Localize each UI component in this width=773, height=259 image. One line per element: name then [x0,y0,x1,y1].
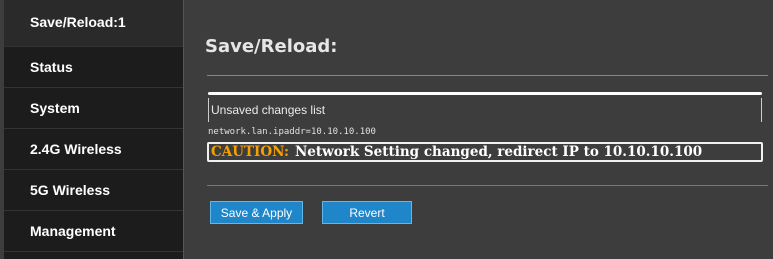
sidebar-item-system[interactable]: System [4,88,183,129]
unsaved-changes-header: Unsaved changes list [208,98,762,122]
sidebar-item-label: 2.4G Wireless [30,141,122,157]
changed-setting-line: network.lan.ipaddr=10.10.10.100 [208,127,376,137]
router-admin-window: Save/Reload:1 Status System 2.4G Wireles… [0,0,773,259]
sidebar-item-label: System [30,100,80,116]
revert-button[interactable]: Revert [322,201,412,224]
caution-message: Network Setting changed, redirect IP to … [294,144,703,160]
caution-label: CAUTION: [211,144,289,160]
sidebar-item-label: Save/Reload:1 [30,14,126,30]
sidebar-item-label: 5G Wireless [30,182,111,198]
sidebar-item-status[interactable]: Status [4,47,183,88]
actions-divider [207,185,768,186]
unsaved-list-top-rule [208,92,762,95]
main-content: Save/Reload: Unsaved changes list networ… [186,0,773,259]
save-apply-button[interactable]: Save & Apply [210,201,303,224]
caution-banner: CAUTION: Network Setting changed, redire… [207,142,763,162]
sidebar-item-label: Management [30,223,116,239]
sidebar-item-5g-wireless[interactable]: 5G Wireless [4,170,183,211]
title-divider [207,75,768,76]
page-title: Save/Reload: [205,36,338,57]
sidebar-item-label: Status [30,59,73,75]
sidebar-item-save-reload[interactable]: Save/Reload:1 [4,0,183,47]
sidebar-item-management[interactable]: Management [4,211,183,252]
sidebar: Save/Reload:1 Status System 2.4G Wireles… [4,0,184,259]
sidebar-item-2-4g-wireless[interactable]: 2.4G Wireless [4,129,183,170]
